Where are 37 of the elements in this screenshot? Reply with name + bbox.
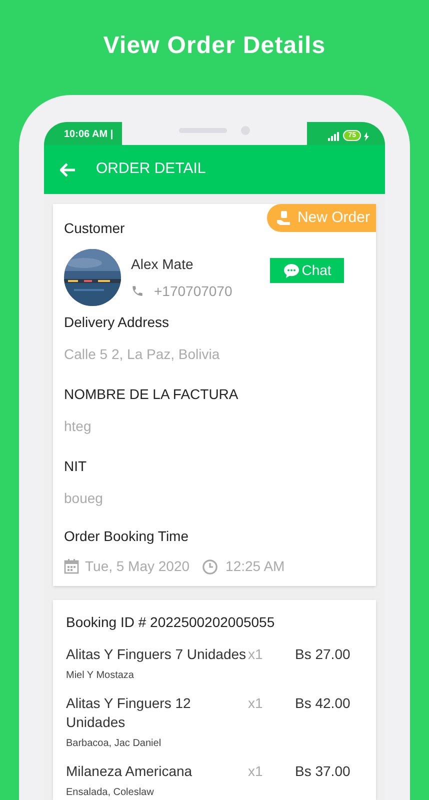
item-name: Alitas Y Finguers 12 Unidades — [66, 694, 192, 732]
new-order-badge: New Order — [267, 204, 376, 232]
field-value: boueg — [64, 489, 104, 508]
customer-name: Alex Mate — [131, 254, 194, 274]
booking-time: 12:25 AM — [226, 557, 285, 576]
item-options: Barbacoa, Jac Daniel — [66, 736, 363, 751]
item-quantity: x1 — [248, 694, 264, 713]
item-options: Ensalada, Coleslaw — [66, 785, 363, 800]
page-headline: View Order Details — [103, 30, 326, 60]
field-value: hteg — [64, 417, 92, 436]
item-quantity: x1 — [248, 762, 264, 781]
chat-button[interactable]: Chat — [270, 258, 344, 283]
field-value: Calle 5 2, La Paz, Bolivia — [64, 345, 221, 364]
clock-icon — [202, 558, 218, 574]
phone-icon — [131, 284, 144, 298]
signal-icon — [327, 132, 340, 141]
status-time: 10:06 AM | — [64, 128, 114, 142]
field-label: NOMBRE DE LA FACTURA — [64, 385, 240, 404]
speech-bubble-icon — [282, 262, 300, 278]
section-label: Customer — [64, 219, 126, 238]
booking-id: Booking ID # 2022500202005055 — [66, 613, 276, 632]
back-arrow-icon[interactable] — [60, 162, 76, 176]
item-name: Alitas Y Finguers 7 Unidades — [66, 645, 248, 664]
item-price: Bs 37.00 — [295, 762, 350, 781]
item-quantity: x1 — [248, 645, 264, 664]
item-price: Bs 42.00 — [295, 694, 350, 713]
section-label: Order Booking Time — [64, 527, 190, 546]
charging-icon — [364, 132, 369, 141]
field-label: NIT — [64, 457, 88, 476]
calendar-icon — [64, 559, 79, 574]
screen-title: ORDER DETAIL — [96, 159, 206, 180]
item-name: Milaneza Americana — [66, 762, 194, 781]
booking-date: Tue, 5 May 2020 — [85, 557, 190, 576]
item-price: Bs 27.00 — [295, 645, 350, 664]
field-label: Delivery Address — [64, 313, 170, 332]
item-options: Miel Y Mostaza — [66, 668, 363, 683]
customer-phone: +170707070 — [154, 282, 232, 300]
